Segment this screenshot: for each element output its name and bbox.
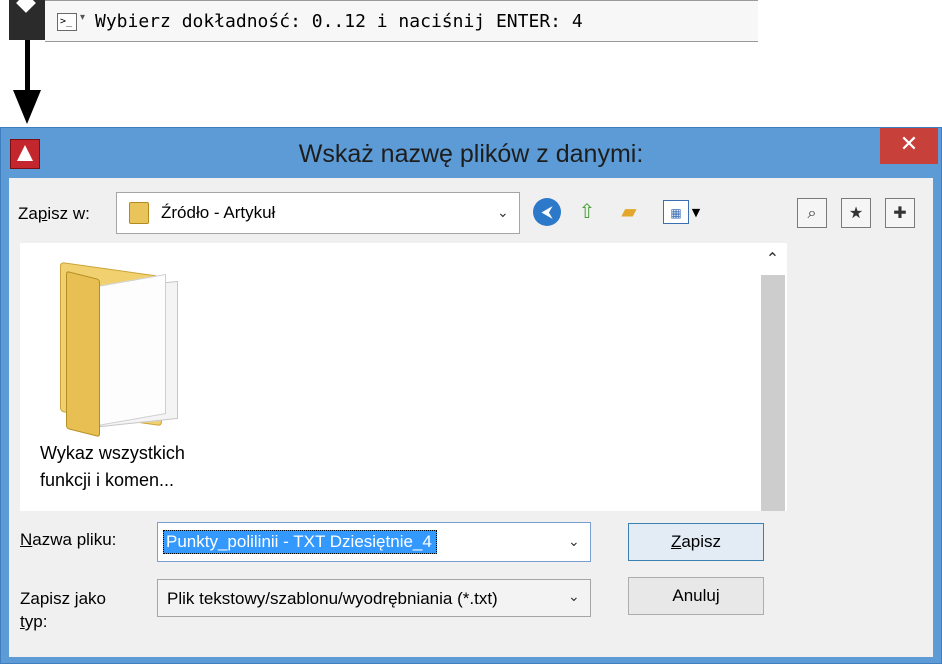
filename-input[interactable]: Punkty_polilinii - TXT Dziesiętnie_4 ⌄ [157,522,591,562]
filetype-value: Plik tekstowy/szablonu/wyodrębniania (*.… [167,589,498,608]
folder-label-line: Wykaz wszystkich [40,443,185,463]
save-in-combo[interactable]: Źródło - Artykuł ⌄ [116,192,520,234]
scroll-thumb[interactable] [761,275,785,511]
favorites-icon[interactable]: ★ [841,198,871,228]
views-menu-icon[interactable]: ▦ [663,200,689,224]
filetype-label-line: typ: [20,612,48,631]
filetype-label-line: Zapisz jako [20,589,106,608]
dialog-client-area: Zapisz w: Źródło - Artykuł ⌄ ⮜ ⇧ ▰ ▦ ▼ ⌕… [9,178,933,657]
filetype-select[interactable]: Plik tekstowy/szablonu/wyodrębniania (*.… [157,579,591,617]
scroll-up-arrow-icon[interactable]: ⌃ [758,249,787,268]
save-file-dialog: Wskaż nazwę plików z danymi: ✕ Zapisz w:… [0,127,942,664]
new-folder-icon[interactable]: ▰ [615,197,643,225]
chevron-down-icon[interactable]: ⌄ [497,205,509,221]
cancel-button[interactable]: Anuluj [628,577,764,615]
save-in-label: Zapisz w: [18,204,90,223]
folder-front-shape [66,270,100,438]
chevron-down-icon[interactable]: ⌄ [568,534,580,550]
back-icon[interactable]: ⮜ [533,198,561,226]
folder-label[interactable]: Wykaz wszystkich funkcji i komen... [40,440,240,494]
dialog-title: Wskaż nazwę plików z danymi: [298,140,644,168]
command-prompt-text: Wybierz dokładność: 0..12 i naciśnij ENT… [95,11,583,32]
filename-value: Punkty_polilinii - TXT Dziesiętnie_4 [163,530,437,554]
add-favorites-icon[interactable]: ✚ [885,198,915,228]
vertical-scrollbar[interactable]: ⌃ [758,243,787,511]
chevron-down-icon[interactable]: ⌄ [568,589,580,605]
file-list[interactable]: Wykaz wszystkich funkcji i komen... ⌃ [20,243,787,511]
filetype-label: Zapisz jako typ: [20,587,106,633]
command-line-handle[interactable] [9,0,45,40]
title-bar[interactable]: Wskaż nazwę plików z danymi: ✕ [1,128,941,178]
command-prompt-icon[interactable]: >_ [57,13,77,31]
close-button[interactable]: ✕ [880,128,938,164]
folder-icon[interactable] [56,255,186,438]
folder-icon [129,202,149,224]
chevron-down-icon[interactable]: ▼ [687,199,705,227]
annotation-arrow-line [25,40,30,94]
folder-label-line: funkcji i komen... [40,470,175,490]
annotation-arrow-head [13,90,41,124]
command-line[interactable]: >_ ▾ Wybierz dokładność: 0..12 i naciśni… [45,0,758,42]
pen-icon [16,0,36,13]
up-folder-icon[interactable]: ⇧ [573,197,601,225]
search-web-icon[interactable]: ⌕ [797,198,827,228]
filename-label: Nazwa pliku: [20,530,117,549]
save-button[interactable]: Zapisz [628,523,764,561]
save-in-location: Źródło - Artykuł [161,203,276,222]
chevron-down-icon[interactable]: ▾ [80,12,85,23]
